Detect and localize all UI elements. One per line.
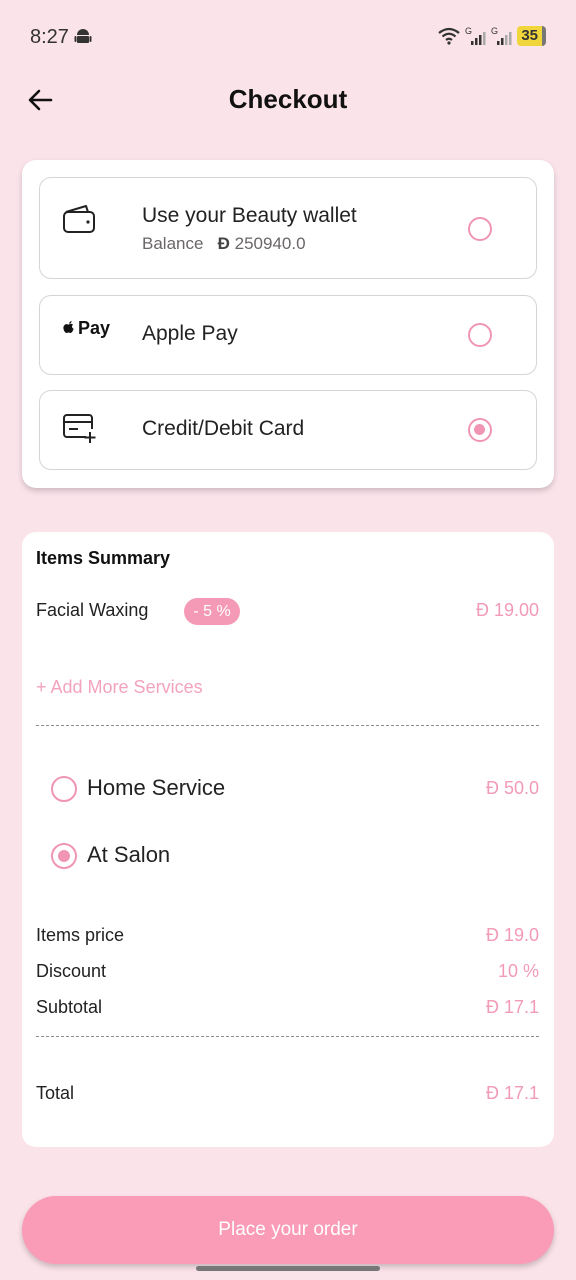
payment-option-wallet[interactable]: Use your Beauty wallet Balance Đ 250940.… [39, 177, 537, 279]
network-type-label: G [465, 26, 472, 36]
payment-methods-card: Use your Beauty wallet Balance Đ 250940.… [22, 160, 554, 488]
apple-logo-icon [63, 321, 74, 333]
total-value: Đ 17.1 [485, 1083, 539, 1103]
apple-pay-logo-text: Pay [78, 318, 111, 338]
items-price-value: Đ 19.0 [485, 925, 539, 945]
item-price: Đ 19.00 [475, 600, 539, 620]
place-order-button[interactable]: Place your order [22, 1196, 554, 1264]
total-label: Total [36, 1083, 75, 1103]
add-more-services-link[interactable]: + Add More Services [36, 677, 203, 698]
status-time: 8:27 [30, 26, 69, 48]
card-radio[interactable] [468, 418, 492, 442]
status-icons: G G 35 [437, 24, 546, 48]
apple-pay-logo: Pay [62, 318, 110, 339]
credit-card-add-icon [63, 414, 96, 443]
home-service-price: Đ 50.0 [485, 778, 539, 798]
wallet-label: Use your Beauty wallet [142, 204, 357, 227]
items-price-label: Items price [36, 925, 125, 945]
discount-value: 10 % [497, 961, 539, 981]
home-service-radio[interactable] [51, 776, 77, 802]
apple-pay-label: Apple Pay [142, 322, 238, 345]
divider [36, 725, 539, 726]
discount-label: Discount [36, 961, 107, 981]
page-title: Checkout [228, 84, 348, 114]
home-service-label: Home Service [87, 775, 226, 800]
apple-pay-radio[interactable] [468, 323, 492, 347]
currency-symbol: Đ [217, 234, 230, 253]
battery-indicator: 35 [517, 26, 546, 46]
at-salon-radio[interactable] [51, 843, 77, 869]
home-indicator [196, 1266, 380, 1271]
wallet-balance-value: 250940.0 [234, 234, 306, 253]
status-bar: 8:27 G G 35 [0, 0, 576, 76]
wifi-icon [438, 27, 460, 45]
subtotal-label: Subtotal [36, 997, 103, 1017]
summary-title: Items Summary [36, 548, 171, 568]
wallet-balance-label: Balance [142, 234, 204, 253]
at-salon-label: At Salon [87, 842, 171, 867]
card-label: Credit/Debit Card [142, 417, 305, 440]
items-summary-card: Items Summary Facial Waxing - 5 % Đ 19.0… [22, 532, 554, 1147]
payment-option-apple-pay[interactable]: Pay Apple Pay [39, 295, 537, 375]
android-icon [74, 29, 92, 43]
wallet-balance: Balance Đ 250940.0 [142, 234, 306, 254]
wallet-radio[interactable] [468, 217, 492, 241]
divider [36, 1036, 539, 1037]
payment-option-card[interactable]: Credit/Debit Card [39, 390, 537, 470]
wallet-icon [63, 205, 95, 233]
discount-badge: - 5 % [184, 598, 240, 625]
subtotal-value: Đ 17.1 [485, 997, 539, 1017]
network-type-label: G [491, 26, 498, 36]
signal-icon: G [465, 26, 486, 45]
signal-icon: G [491, 26, 512, 45]
item-name: Facial Waxing [36, 600, 149, 620]
